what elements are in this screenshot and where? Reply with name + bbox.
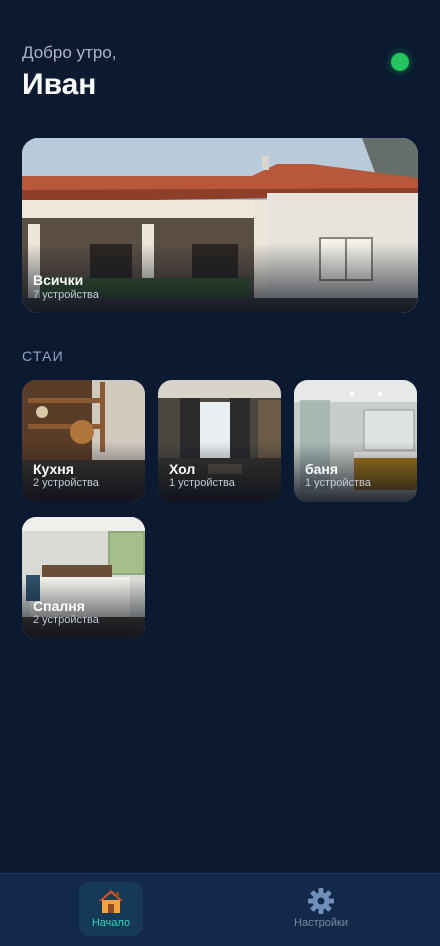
home-screen: Добро утро, Иван Всички 7 устройства СТА… — [0, 0, 440, 946]
room-device-count: 2 устройства — [33, 477, 99, 489]
all-devices-card[interactable]: Всички 7 устройства — [22, 138, 418, 313]
all-devices-title: Всички — [33, 272, 84, 288]
nav-home-tab[interactable]: Начало — [79, 882, 143, 936]
room-card-bathroom[interactable]: баня 1 устройства — [294, 380, 417, 502]
room-card-bedroom[interactable]: Спалня 2 устройства — [22, 517, 145, 639]
connection-status-indicator — [391, 53, 409, 71]
bottom-navigation: Начало Настройки — [0, 873, 440, 946]
room-device-count: 1 устройства — [169, 477, 235, 489]
all-devices-count: 7 устройства — [33, 289, 99, 301]
user-name: Иван — [22, 68, 97, 101]
rooms-section-label: СТАИ — [22, 348, 64, 364]
room-title: баня — [305, 461, 339, 477]
room-title: Кухня — [33, 461, 74, 477]
room-device-count: 1 устройства — [305, 477, 371, 489]
nav-home-label: Начало — [91, 917, 131, 929]
room-title: Спалня — [33, 598, 85, 614]
nav-settings-label: Настройки — [294, 917, 348, 929]
room-title: Хол — [169, 461, 196, 477]
room-card-living-room[interactable]: Хол 1 устройства — [158, 380, 281, 502]
room-device-count: 2 устройства — [33, 614, 99, 626]
greeting-text: Добро утро, — [22, 43, 117, 62]
house-icon — [99, 890, 123, 913]
room-card-kitchen[interactable]: Кухня 2 устройства — [22, 380, 145, 502]
nav-settings-tab[interactable]: Настройки — [289, 882, 353, 936]
gear-icon — [308, 888, 334, 914]
